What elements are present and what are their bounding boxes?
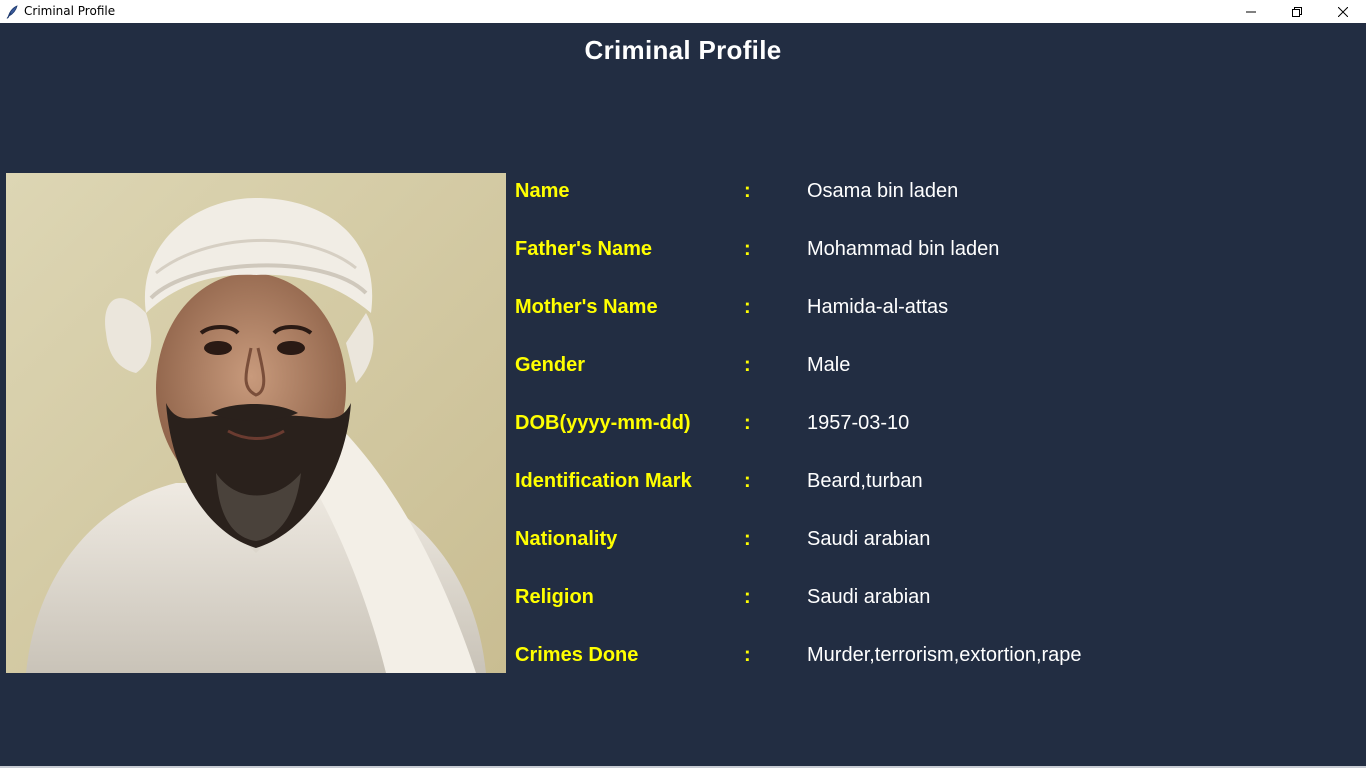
restore-icon <box>1292 6 1302 17</box>
field-row-religion: Religion : Saudi arabian <box>515 582 1315 612</box>
window-controls <box>1228 0 1366 23</box>
field-separator: : <box>744 238 751 260</box>
field-value: Beard,turban <box>807 470 923 492</box>
field-separator: : <box>744 354 751 376</box>
field-label: Father's Name <box>515 238 653 260</box>
field-separator: : <box>744 180 751 202</box>
field-separator: : <box>744 528 751 550</box>
field-value: Murder,terrorism,extortion,rape <box>807 644 1082 666</box>
field-value: Male <box>807 354 851 376</box>
field-label: Mother's Name <box>515 296 658 318</box>
field-value: 1957-03-10 <box>807 412 910 434</box>
field-label: Nationality <box>515 528 618 550</box>
field-separator: : <box>744 586 751 608</box>
field-label: Identification Mark <box>515 470 692 492</box>
field-label: Crimes Done <box>515 644 639 666</box>
field-row-identification-mark: Identification Mark : Beard,turban <box>515 466 1315 496</box>
window-title: Criminal Profile <box>24 4 116 18</box>
field-separator: : <box>744 412 751 434</box>
field-row-father-name: Father's Name : Mohammad bin laden <box>515 234 1315 264</box>
field-label: DOB(yyyy-mm-dd) <box>515 412 691 434</box>
field-value: Osama bin laden <box>807 180 959 202</box>
field-row-gender: Gender : Male <box>515 350 1315 380</box>
person-photo-image <box>6 173 506 673</box>
field-separator: : <box>744 296 751 318</box>
window-titlebar: Criminal Profile <box>0 0 1366 23</box>
field-label: Religion <box>515 586 594 608</box>
field-value: Hamida-al-attas <box>807 296 949 318</box>
field-row-mother-name: Mother's Name : Hamida-al-attas <box>515 292 1315 322</box>
field-row-nationality: Nationality : Saudi arabian <box>515 524 1315 554</box>
page-title: Criminal Profile <box>584 35 782 65</box>
field-value: Saudi arabian <box>807 586 931 608</box>
close-button[interactable] <box>1320 0 1366 23</box>
feather-app-icon <box>5 4 19 19</box>
minimize-button[interactable] <box>1228 0 1274 23</box>
close-icon <box>1338 6 1348 17</box>
field-separator: : <box>744 644 751 666</box>
field-row-dob: DOB(yyyy-mm-dd) : 1957-03-10 <box>515 408 1315 438</box>
field-row-crimes-done: Crimes Done : Murder,terrorism,extortion… <box>515 640 1315 670</box>
field-row-name: Name : Osama bin laden <box>515 176 1315 206</box>
minimize-icon <box>1246 11 1256 12</box>
restore-button[interactable] <box>1274 0 1320 23</box>
field-label: Gender <box>515 354 586 376</box>
field-label: Name <box>515 180 570 202</box>
person-photo <box>6 173 506 673</box>
profile-content: Criminal Profile Name: Osama bin laden … <box>0 23 1366 768</box>
field-separator: : <box>744 470 751 492</box>
field-value: Saudi arabian <box>807 528 931 550</box>
field-value: Mohammad bin laden <box>807 238 1000 260</box>
